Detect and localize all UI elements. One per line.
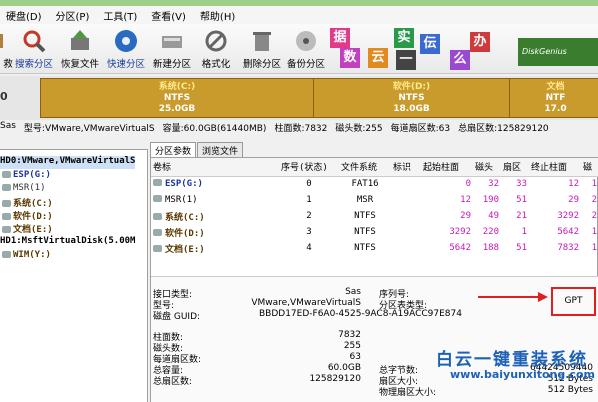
tree-node-esp[interactable]: ESP(G:) bbox=[2, 170, 51, 183]
table-row[interactable]: 文档(E:) 4 NTFS 5642 188 51 7832 1 bbox=[151, 240, 598, 256]
partial-icon bbox=[0, 34, 3, 48]
disk-interface: Sas bbox=[0, 121, 16, 131]
partition-segment-e[interactable]: 文档 NTF 17.0 bbox=[509, 79, 598, 117]
tab-bar: 分区参数 浏览文件 bbox=[150, 142, 244, 157]
menu-partition[interactable]: 分区(P) bbox=[56, 8, 90, 23]
drive-icon bbox=[2, 184, 11, 191]
new-partition-icon bbox=[162, 36, 182, 48]
physical-sector-value: 512 Bytes bbox=[547, 385, 593, 395]
tree-node-d[interactable]: 软件(D:) bbox=[2, 209, 53, 222]
menu-tools[interactable]: 工具(T) bbox=[103, 8, 137, 23]
disk-model: 型号:VMware,VMwareVirtualS bbox=[23, 124, 155, 134]
tree-node-msr[interactable]: MSR(1) bbox=[2, 183, 46, 196]
watermark-logo: 据 实 伝 办 数 云 一 么 bbox=[330, 26, 525, 72]
physical-sector-label: 物理扇区大小: bbox=[379, 388, 437, 398]
col-fs[interactable]: 文件系统 bbox=[339, 158, 391, 177]
col-index[interactable]: 序号(状态) bbox=[279, 158, 339, 177]
red-arrow bbox=[478, 296, 540, 298]
disk-map-label: 0 bbox=[0, 90, 8, 103]
drive-icon bbox=[153, 212, 162, 220]
search-partition-button[interactable]: 搜索分区 bbox=[10, 26, 58, 72]
recover-files-button[interactable]: 恢复文件 bbox=[56, 26, 104, 72]
disk-cylinders: 柱面数:7832 bbox=[274, 124, 328, 134]
col-label[interactable]: 卷标 bbox=[151, 158, 279, 177]
quick-partition-icon bbox=[115, 30, 137, 52]
col-id[interactable]: 标识 bbox=[391, 158, 421, 177]
drive-icon bbox=[2, 251, 11, 258]
disk-total-sectors: 总扇区数:125829120 bbox=[458, 124, 549, 134]
delete-partition-icon bbox=[253, 32, 271, 51]
menu-bar: 硬盘(D) 分区(P) 工具(T) 查看(V) 帮助(H) bbox=[0, 6, 598, 24]
format-button[interactable]: 格式化 bbox=[192, 26, 240, 72]
total-sectors-value: 125829120 bbox=[309, 374, 361, 384]
disk-map: 0 系统(C:) NTFS 25.0GB 软件(D:) NTFS 18.0GB … bbox=[0, 76, 598, 120]
recover-files-icon bbox=[71, 30, 89, 50]
col-end-head[interactable]: 磁 bbox=[581, 158, 598, 177]
format-icon bbox=[205, 30, 227, 52]
backup-partition-icon bbox=[296, 31, 316, 51]
gpt-highlight-box: GPT bbox=[551, 287, 596, 316]
disk-guid-value: BBDD17ED-F6A0-4525-9AC8-A19ACC97E874 bbox=[259, 309, 462, 319]
drive-icon bbox=[153, 228, 162, 236]
drive-icon bbox=[153, 179, 162, 187]
drive-icon bbox=[153, 244, 162, 252]
cyl-value: 7832 bbox=[338, 330, 361, 340]
capacity-value: 60.0GB bbox=[327, 363, 361, 373]
partition-table: 卷标 序号(状态) 文件系统 标识 起始柱面 磁头 扇区 终止柱面 磁 ESP(… bbox=[151, 158, 598, 256]
drive-icon bbox=[2, 171, 11, 178]
red-arrow-head bbox=[538, 292, 548, 302]
disk-heads: 磁头数:255 bbox=[335, 124, 383, 134]
diskgenius-logo: DiskGenius bbox=[518, 38, 598, 66]
partition-segment-c[interactable]: 系统(C:) NTFS 25.0GB bbox=[41, 79, 313, 117]
menu-view[interactable]: 查看(V) bbox=[151, 8, 186, 23]
tree-node-hd0[interactable]: HD0:VMware,VMwareVirtualS bbox=[0, 156, 136, 169]
new-partition-button[interactable]: 新建分区 bbox=[148, 26, 196, 72]
table-row[interactable]: 软件(D:) 3 NTFS 3292 220 1 5642 1 bbox=[151, 224, 598, 240]
disk-sectors-per-track: 每道扇区数:63 bbox=[390, 124, 451, 134]
table-header: 卷标 序号(状态) 文件系统 标识 起始柱面 磁头 扇区 终止柱面 磁 bbox=[151, 158, 598, 177]
total-sectors-label: 总扇区数: bbox=[153, 377, 193, 387]
tree-node-c[interactable]: 系统(C:) bbox=[2, 196, 53, 209]
drive-icon bbox=[2, 213, 11, 220]
col-sector[interactable]: 扇区 bbox=[501, 158, 529, 177]
heads-value: 255 bbox=[343, 341, 361, 351]
table-row[interactable]: ESP(G:) 0 FAT16 0 32 33 12 1 bbox=[151, 176, 598, 192]
partition-bar: 系统(C:) NTFS 25.0GB 软件(D:) NTFS 18.0GB 文档… bbox=[40, 78, 598, 118]
disk-info-line: Sas 型号:VMware,VMwareVirtualS 容量:60.0GB(6… bbox=[0, 121, 598, 135]
disk-capacity: 容量:60.0GB(61440MB) bbox=[162, 124, 267, 134]
partition-segment-d[interactable]: 软件(D:) NTFS 18.0GB bbox=[313, 79, 509, 117]
brand-url: www.baiyunxitong.com bbox=[450, 368, 595, 381]
menu-help[interactable]: 帮助(H) bbox=[200, 8, 235, 23]
disk-tree: HD0:VMware,VMwareVirtualS ESP(G:) MSR(1)… bbox=[0, 149, 148, 402]
tab-browse-files[interactable]: 浏览文件 bbox=[197, 142, 244, 157]
quick-partition-button[interactable]: 快速分区 bbox=[102, 26, 150, 72]
col-end-cyl[interactable]: 终止柱面 bbox=[529, 158, 581, 177]
col-head[interactable]: 磁头 bbox=[473, 158, 501, 177]
spt-value: 63 bbox=[349, 352, 361, 362]
model-value: VMware,VMwareVirtualS bbox=[251, 298, 361, 308]
drive-icon bbox=[2, 200, 11, 207]
backup-partition-button[interactable]: 备份分区 bbox=[282, 26, 330, 72]
tree-node-wim[interactable]: WIM(Y:) bbox=[2, 250, 51, 263]
table-row[interactable]: MSR(1) 1 MSR 12 190 51 29 2 bbox=[151, 192, 598, 208]
tab-partition-params[interactable]: 分区参数 bbox=[150, 142, 197, 157]
iface-value: Sas bbox=[345, 287, 361, 297]
delete-partition-button[interactable]: 删除分区 bbox=[238, 26, 286, 72]
drive-icon bbox=[2, 226, 11, 233]
brand-title: 白云一键重装系统 bbox=[436, 350, 588, 370]
table-row[interactable]: 系统(C:) 2 NTFS 29 49 21 3292 2 bbox=[151, 208, 598, 224]
tree-node-e[interactable]: 文档(E:) bbox=[2, 222, 53, 235]
drive-icon bbox=[153, 195, 162, 202]
search-partition-icon bbox=[23, 30, 46, 53]
col-start-cyl[interactable]: 起始柱面 bbox=[421, 158, 473, 177]
disk-guid-label: 磁盘 GUID: bbox=[153, 312, 201, 322]
disk-detail: 接口类型: Sas 序列号: 型号: VMware,VMwareVirtualS… bbox=[151, 276, 598, 402]
tree-node-hd1[interactable]: HD1:MsftVirtualDisk(5.00M bbox=[0, 236, 135, 249]
menu-disk[interactable]: 硬盘(D) bbox=[6, 8, 42, 23]
